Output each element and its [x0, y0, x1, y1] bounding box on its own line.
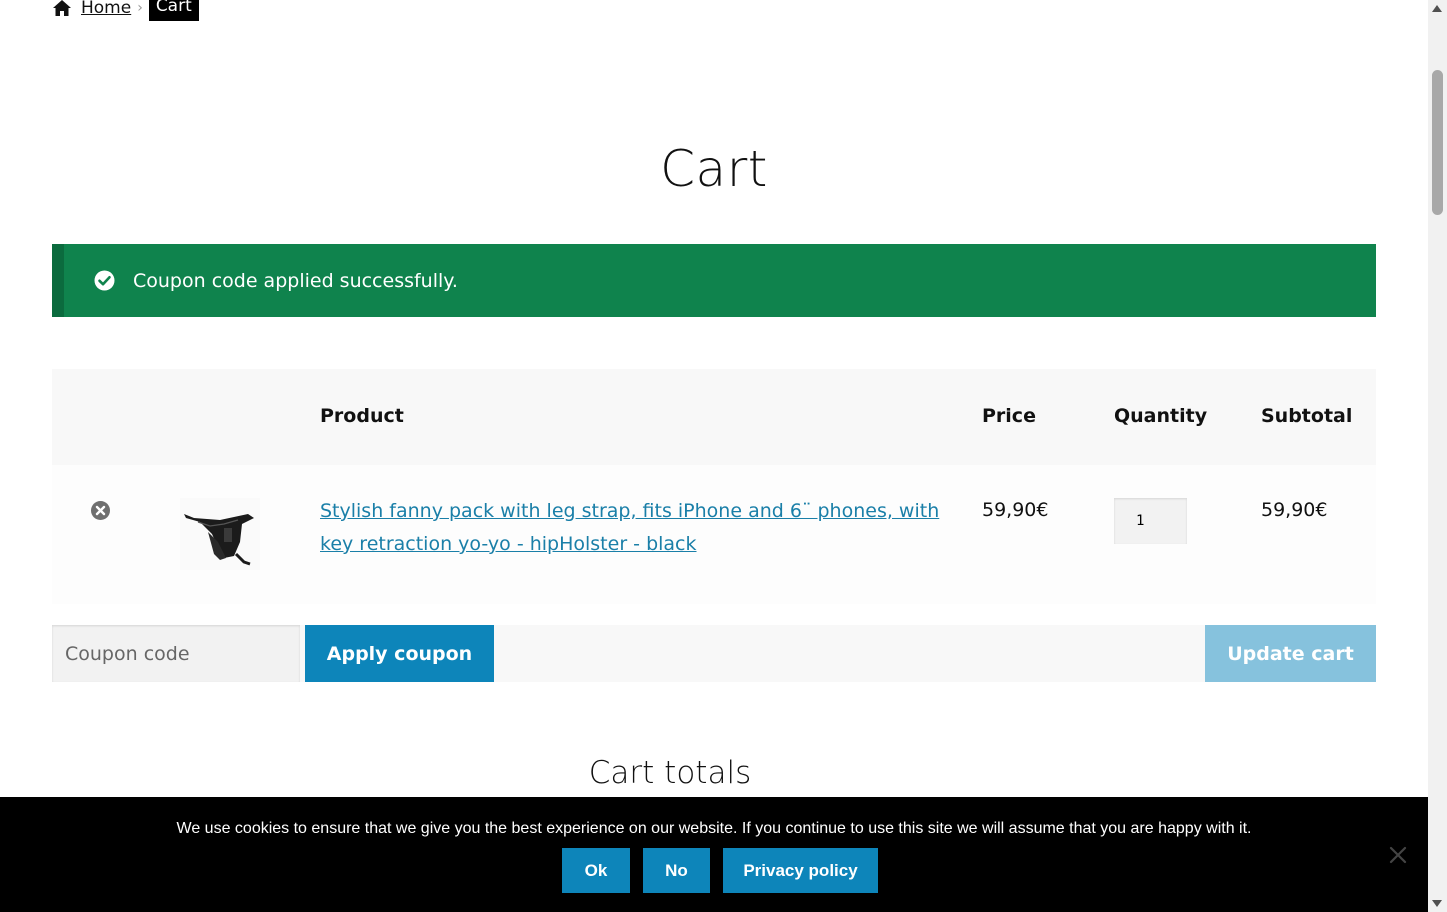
apply-coupon-button[interactable]: Apply coupon [305, 625, 494, 682]
cookie-buttons: Ok No Privacy policy [562, 848, 878, 893]
update-cart-button[interactable]: Update cart [1205, 625, 1376, 682]
product-subtotal: 59,90€ [1261, 499, 1328, 521]
breadcrumb-current: Cart [148, 0, 199, 21]
success-notice: Coupon code applied successfully. [52, 244, 1376, 317]
scroll-up-icon[interactable] [1432, 5, 1442, 12]
cookie-ok-button[interactable]: Ok [562, 848, 630, 893]
home-icon [53, 0, 71, 16]
page-title: Cart [660, 140, 768, 198]
scroll-down-icon[interactable] [1432, 900, 1442, 907]
breadcrumb: Home › Cart [52, 0, 199, 22]
product-price: 59,90€ [982, 499, 1049, 521]
notice-message: Coupon code applied successfully. [133, 269, 458, 292]
close-icon[interactable] [1389, 846, 1407, 864]
remove-circle-icon[interactable] [90, 500, 111, 521]
privacy-policy-button[interactable]: Privacy policy [723, 848, 878, 893]
header-product: Product [320, 405, 404, 427]
header-subtotal: Subtotal [1261, 405, 1353, 427]
breadcrumb-home-link[interactable]: Home [81, 0, 131, 18]
scrollbar[interactable] [1428, 0, 1447, 912]
page: Home › Cart Cart Coupon code applied suc… [0, 0, 1428, 912]
breadcrumb-separator: › [137, 0, 143, 16]
check-circle-icon [94, 270, 115, 291]
product-link[interactable]: Stylish fanny pack with leg strap, fits … [320, 495, 940, 561]
cookie-banner: We use cookies to ensure that we give yo… [0, 797, 1428, 912]
coupon-code-input[interactable] [52, 625, 300, 682]
cookie-text: We use cookies to ensure that we give yo… [176, 820, 1252, 837]
cart-actions: Apply coupon Update cart [52, 625, 1376, 682]
cart-table: Product Price Quantity Subtotal Stylish … [52, 369, 1376, 604]
quantity-input[interactable] [1114, 498, 1187, 544]
header-quantity: Quantity [1114, 405, 1208, 427]
header-price: Price [982, 405, 1036, 427]
cookie-no-button[interactable]: No [643, 848, 710, 893]
scrollbar-thumb[interactable] [1432, 70, 1443, 215]
table-header: Product Price Quantity Subtotal [52, 369, 1376, 465]
cart-totals-title: Cart totals [588, 755, 752, 791]
product-thumbnail[interactable] [180, 498, 260, 570]
